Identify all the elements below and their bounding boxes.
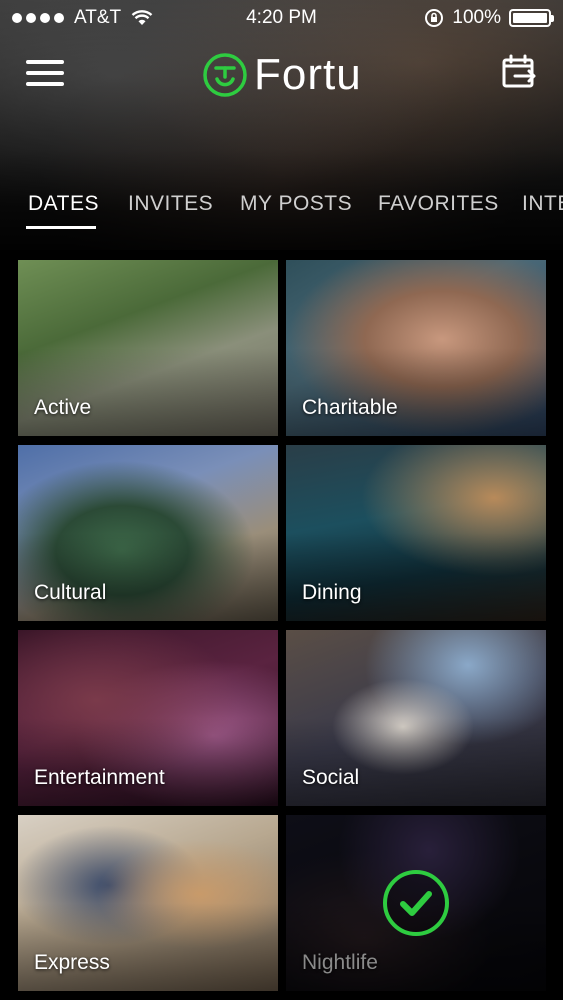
tab-interests[interactable]: INTE [522, 192, 563, 216]
category-label: Nightlife [302, 951, 378, 974]
battery-percentage: 100% [452, 7, 501, 28]
checkmark-circle-icon [383, 870, 449, 936]
category-label: Express [34, 951, 110, 974]
fortu-logo: Fortu [202, 50, 362, 100]
category-label: Social [302, 766, 360, 789]
signal-strength-icon [12, 13, 64, 23]
active-tab-indicator [26, 226, 96, 229]
category-tile-entertainment[interactable]: Entertainment [18, 630, 278, 806]
category-label: Charitable [302, 396, 398, 419]
category-tile-social[interactable]: Social [286, 630, 546, 806]
logo-text: Fortu [254, 50, 362, 99]
tab-dates[interactable]: DATES [28, 192, 99, 216]
fortu-logo-icon [203, 53, 247, 97]
tab-my-posts[interactable]: MY POSTS [240, 192, 352, 216]
category-tile-cultural[interactable]: Cultural [18, 445, 278, 621]
category-tile-express[interactable]: Express [18, 815, 278, 991]
tab-favorites[interactable]: FAVORITES [378, 192, 499, 216]
rotation-lock-icon [425, 9, 444, 27]
status-bar: AT&T 4:20 PM 100% [0, 0, 563, 36]
category-label: Dining [302, 581, 362, 604]
tab-invites[interactable]: INVITES [128, 192, 213, 216]
hamburger-menu-icon[interactable] [26, 56, 64, 90]
category-tile-nightlife[interactable]: Nightlife [286, 815, 546, 991]
carrier-label: AT&T [74, 7, 122, 28]
battery-icon [509, 9, 554, 27]
tab-bar: DATES INVITES MY POSTS FAVORITES INTE [0, 180, 563, 240]
category-tile-active[interactable]: Active [18, 260, 278, 436]
category-tile-charitable[interactable]: Charitable [286, 260, 546, 436]
calendar-export-icon[interactable] [501, 54, 537, 90]
category-tile-dining[interactable]: Dining [286, 445, 546, 621]
category-label: Entertainment [34, 766, 165, 789]
category-label: Cultural [34, 581, 107, 604]
category-label: Active [34, 396, 92, 419]
nav-bar: Fortu [0, 48, 563, 104]
wifi-icon [131, 10, 153, 25]
